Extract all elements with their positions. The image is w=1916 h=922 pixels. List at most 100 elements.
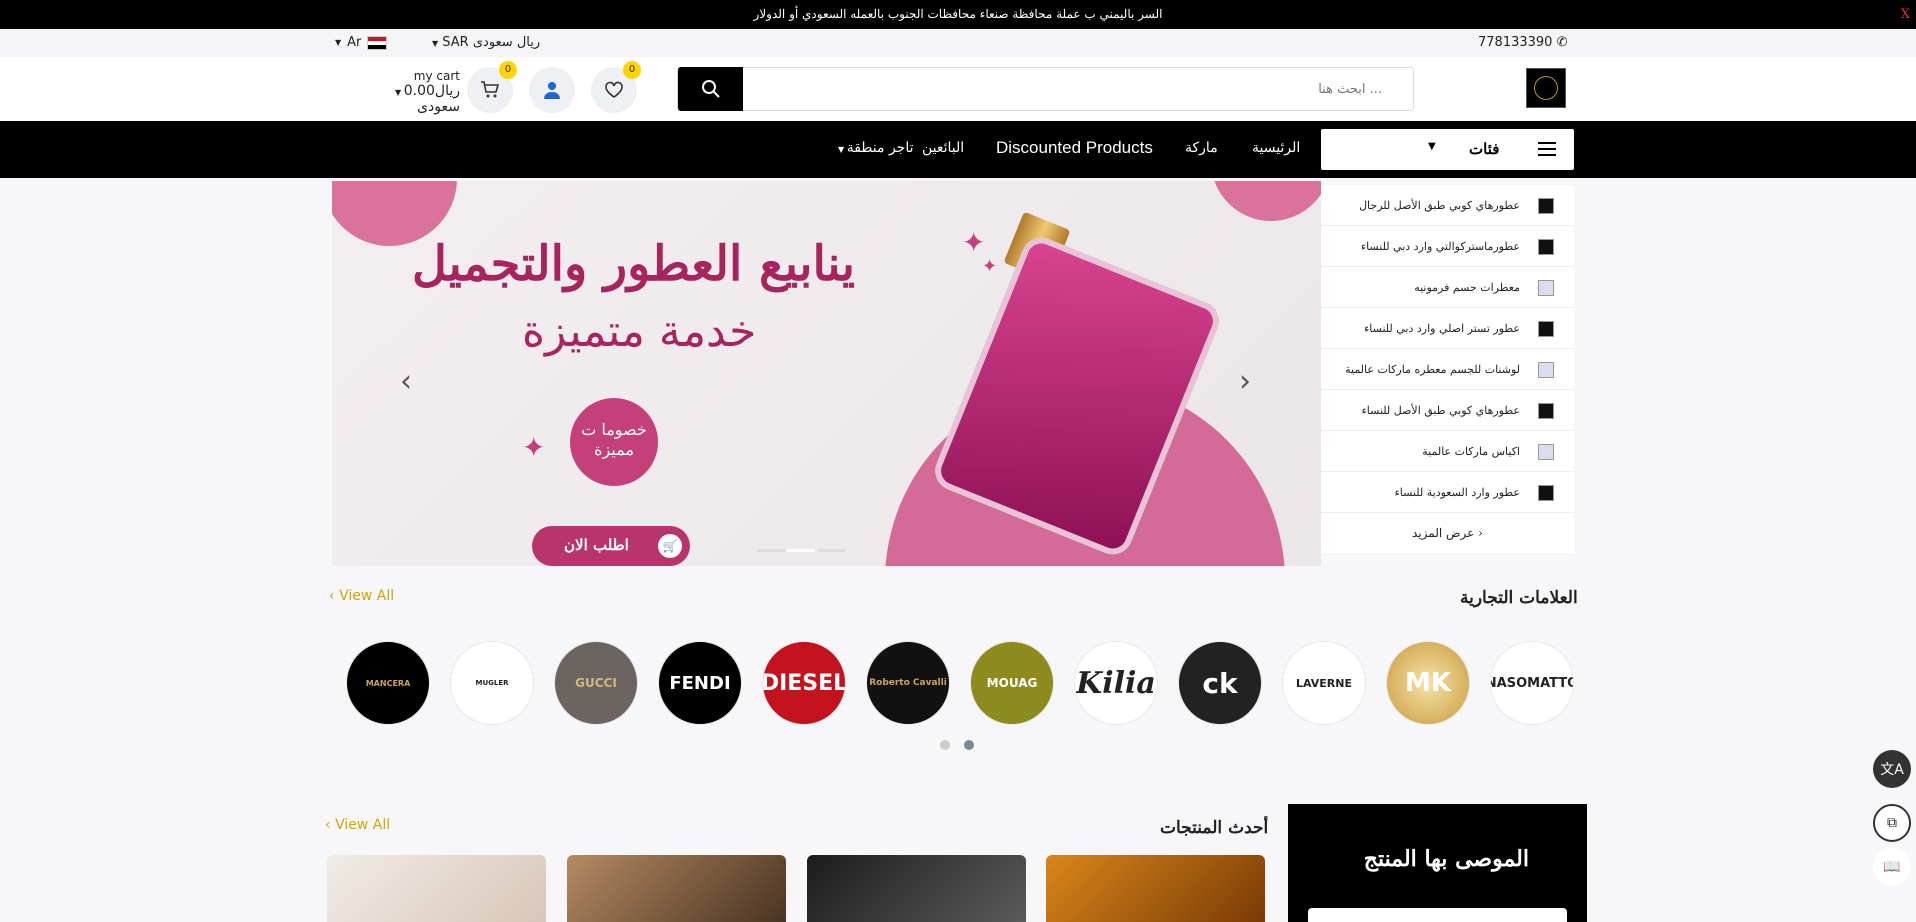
category-item[interactable]: معطرات جسم فرمونيه <box>1321 267 1574 308</box>
slide-dot[interactable] <box>787 549 815 552</box>
main-header: my cart ▼ 0.00ريال سعودى 0 0 <box>0 57 1916 121</box>
next-slide-arrow[interactable]: › <box>1239 364 1251 399</box>
category-thumb-icon <box>1538 280 1554 296</box>
chevron-left-icon: ‹ <box>325 817 336 833</box>
cart-label: my cart <box>413 69 460 83</box>
nav-zone-seller-label: تاجر منطقة <box>846 140 914 156</box>
brand-logo[interactable]: FENDI <box>658 641 742 725</box>
menu-icon <box>1538 142 1556 156</box>
brands-page-dot[interactable] <box>940 740 950 750</box>
sparkle-icon: ✦ <box>962 226 986 259</box>
nav-sellers[interactable]: البائعين <box>922 140 964 156</box>
phone-number[interactable]: 778133390 ✆ <box>1478 35 1568 50</box>
brands-title: العلامات التجارية <box>1460 588 1578 608</box>
category-thumb-icon <box>1538 444 1554 460</box>
nav-home[interactable]: الرئيسية <box>1252 140 1300 156</box>
slide-dot[interactable] <box>817 549 845 552</box>
category-thumb-icon <box>1538 403 1554 419</box>
phone-icon: ✆ <box>1556 35 1568 50</box>
brand-logo[interactable]: MOUAG <box>970 641 1054 725</box>
category-label: عطور تستر اصلي وارد دبي للنساء <box>1364 322 1520 335</box>
category-item[interactable]: عطورهاي كوبي طبق الأصل للرجال <box>1321 185 1574 226</box>
sparkle-icon: ✦ <box>982 256 998 277</box>
prev-slide-arrow[interactable]: ‹ <box>400 364 412 399</box>
product-card-image[interactable] <box>567 855 786 922</box>
category-item[interactable]: عطور وارد السعودية للنساء <box>1321 472 1574 513</box>
recommended-title: الموصى بها المنتج <box>1363 846 1529 872</box>
sparkle-icon: ✦ <box>522 431 546 464</box>
utility-bar: ▼ Ar ▼ SAR ريال سعودى 778133390 ✆ <box>0 29 1916 57</box>
announcement-bar: السر باليمني ب عملة محافظة صنعاء محافظات… <box>0 0 1916 29</box>
chevron-down-icon: ▼ <box>1428 141 1436 152</box>
cart-icon: 🛒 <box>658 534 682 558</box>
cart-button[interactable]: 0 <box>467 61 517 113</box>
category-label: عطورماستركوالتي وارد دبي للنساء <box>1360 240 1520 253</box>
product-card-image[interactable] <box>327 855 546 922</box>
order-now-button[interactable]: اطلب الان 🛒 <box>532 526 690 566</box>
category-item[interactable]: عطورهاي كوبي طبق الأصل للنساء <box>1321 390 1574 431</box>
slide-dot[interactable] <box>757 549 785 552</box>
categories-label: فئات <box>1469 140 1500 158</box>
categories-dropdown[interactable]: ▼ فئات <box>1321 129 1574 170</box>
brands-page-dot[interactable] <box>964 740 974 750</box>
category-label: معطرات جسم فرمونيه <box>1414 281 1520 294</box>
brands-view-all-link[interactable]: ‹ View All <box>329 588 394 604</box>
brand-logo[interactable]: NASOMATTO <box>1490 641 1574 725</box>
order-now-label: اطلب الان <box>564 536 629 554</box>
view-all-label: View All <box>335 817 391 833</box>
brand-logo[interactable]: ck <box>1178 641 1262 725</box>
category-item[interactable]: لوشنات للجسم معطره ماركات عالمية <box>1321 349 1574 390</box>
recommended-panel: الموصى بها المنتج <box>1288 804 1587 922</box>
search-bar <box>677 67 1414 111</box>
latest-view-all-link[interactable]: ‹ View All <box>325 817 390 833</box>
phone-text: 778133390 <box>1478 35 1553 50</box>
hero-headline: ينابيع العطور والتجميل <box>412 236 855 292</box>
category-label: عطور وارد السعودية للنساء <box>1394 486 1520 499</box>
category-thumb-icon <box>1538 485 1554 501</box>
chevron-left-icon: ‹ <box>329 588 340 604</box>
currency-selector[interactable]: ▼ SAR ريال سعودى <box>432 35 540 50</box>
book-icon[interactable]: 📖 <box>1873 848 1911 886</box>
recommended-product-card[interactable] <box>1308 908 1567 922</box>
translate-icon[interactable]: 文A <box>1873 750 1911 788</box>
brand-logo[interactable]: MANCERA <box>346 641 430 725</box>
search-button[interactable] <box>678 67 743 111</box>
nav-zone-seller[interactable]: ▼ تاجر منطقة <box>838 140 914 156</box>
brand-logo[interactable]: MK <box>1386 641 1470 725</box>
brand-logo[interactable]: LAVERNE <box>1282 641 1366 725</box>
brand-logo[interactable]: MUGLER <box>450 641 534 725</box>
currency-label: SAR ريال سعودى <box>442 35 541 50</box>
wishlist-button[interactable]: 0 <box>591 61 641 113</box>
wishlist-count-badge: 0 <box>623 61 641 79</box>
account-button[interactable] <box>529 67 575 113</box>
close-announcement-button[interactable]: X <box>1901 0 1910 29</box>
nav-brand[interactable]: ماركة <box>1185 140 1218 156</box>
brand-logo[interactable]: GUCCI <box>554 641 638 725</box>
show-more-link[interactable]: عرض المزيد › <box>1321 513 1574 553</box>
brand-logo[interactable]: DIESEL <box>762 641 846 725</box>
category-item[interactable]: اكياس ماركات عالمية <box>1321 431 1574 472</box>
chevron-down-icon: ▼ <box>335 38 342 47</box>
brand-logo[interactable]: Roberto Cavalli <box>866 641 950 725</box>
product-card-image[interactable] <box>1046 855 1265 922</box>
store-logo[interactable] <box>1526 68 1566 108</box>
cart-summary[interactable]: my cart ▼ 0.00ريال سعودى <box>350 69 460 115</box>
category-item[interactable]: عطور تستر اصلي وارد دبي للنساء <box>1321 308 1574 349</box>
cart-total: 0.00ريال سعودى <box>403 83 460 115</box>
logo-emblem <box>1534 76 1558 100</box>
category-item[interactable]: عطورماستركوالتي وارد دبي للنساء <box>1321 226 1574 267</box>
brand-logo[interactable]: Kilia <box>1074 641 1158 725</box>
search-input[interactable] <box>746 68 1406 110</box>
chevron-down-icon: ▼ <box>395 88 404 97</box>
product-card-image[interactable] <box>807 855 1026 922</box>
hero-banner[interactable]: ✦ ✦ ✦ ينابيع العطور والتجميل خدمة متميزة… <box>332 181 1321 566</box>
category-thumb-icon <box>1538 321 1554 337</box>
nav-discounted-products[interactable]: Discounted Products <box>996 138 1153 158</box>
category-menu: عطورهاي كوبي طبق الأصل للرجال عطورماسترك… <box>1321 185 1574 553</box>
accessibility-icon[interactable]: ⧉ <box>1873 804 1911 842</box>
view-all-label: View All <box>339 588 395 604</box>
language-selector[interactable]: ▼ Ar <box>335 35 388 50</box>
category-label: عطورهاي كوبي طبق الأصل للنساء <box>1361 404 1520 417</box>
category-thumb-icon <box>1538 362 1554 378</box>
slide-indicators <box>757 537 847 552</box>
